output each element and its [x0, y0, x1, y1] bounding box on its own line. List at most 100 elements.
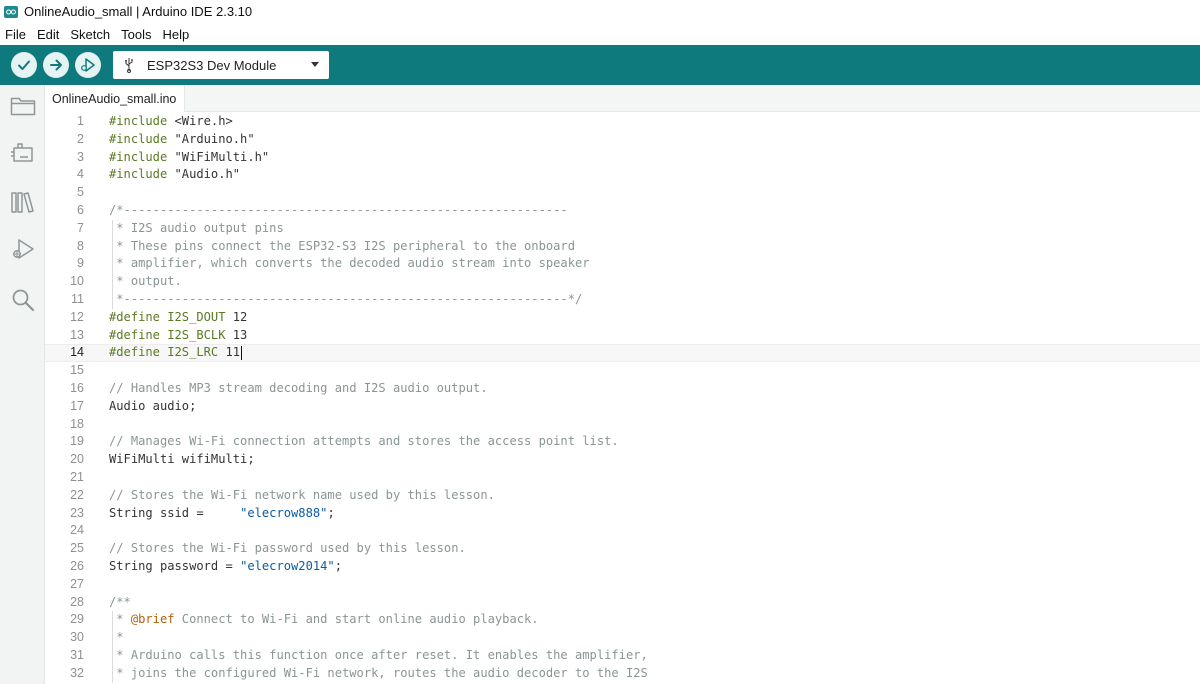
search-icon[interactable]	[10, 287, 36, 313]
toolbar: ESP32S3 Dev Module	[0, 45, 1200, 85]
code-editor[interactable]: 1 #include <Wire.h> 2 #include "Arduino.h" 3…	[45, 112, 1200, 684]
code-line[interactable]: 26 String password = "elecrow2014";	[45, 558, 1200, 576]
code-line[interactable]: 2 #include "Arduino.h"	[45, 131, 1200, 149]
line-number: 4	[77, 167, 84, 182]
usb-icon	[124, 57, 136, 73]
code-text: #include "Arduino.h"	[109, 131, 255, 146]
line-number: 11	[71, 292, 84, 306]
code-line[interactable]: 25 // Stores the Wi-Fi password used by t…	[45, 540, 1200, 558]
code-text: *---------------------------------------…	[109, 292, 583, 306]
menu-help[interactable]: Help	[156, 27, 194, 42]
menu-tools[interactable]: Tools	[115, 27, 156, 42]
code-line[interactable]: 15	[45, 362, 1200, 380]
menu-bar: File Edit Sketch Tools Help	[0, 23, 1200, 45]
code-line[interactable]: 6 /*-------------------------------------…	[45, 202, 1200, 220]
line-number: 18	[70, 416, 84, 431]
line-number: 20	[70, 452, 84, 467]
check-icon	[18, 60, 30, 70]
line-number: 5	[77, 185, 84, 200]
line-number: 26	[70, 559, 84, 573]
line-number: 12	[70, 309, 84, 324]
code-line[interactable]: 16 // Handles MP3 stream decoding and I2S…	[45, 380, 1200, 398]
code-text: * amplifier, which converts the decoded …	[109, 256, 590, 271]
line-number: 27	[70, 576, 84, 591]
board-selector[interactable]: ESP32S3 Dev Module	[113, 51, 329, 79]
code-line[interactable]: 18	[45, 416, 1200, 434]
code-text: #include "Audio.h"	[109, 167, 241, 182]
line-number: 1	[77, 114, 84, 128]
menu-edit[interactable]: Edit	[31, 27, 64, 42]
debug-icon[interactable]	[10, 237, 36, 263]
debug-button[interactable]	[75, 52, 101, 78]
code-text: #define I2S_BCLK 13	[109, 327, 248, 342]
code-text: #include "WiFiMulti.h"	[109, 149, 270, 164]
code-line[interactable]: 19 // Manages Wi-Fi connection attempts a…	[45, 433, 1200, 451]
code-text: WiFiMulti wifiMulti;	[109, 452, 255, 467]
code-line[interactable]: 13 #define I2S_BCLK 13	[45, 327, 1200, 345]
code-text: // Stores the Wi-Fi network name used by…	[109, 487, 495, 502]
menu-file[interactable]: File	[0, 27, 31, 42]
board-manager-icon[interactable]	[10, 141, 36, 167]
code-text: * joins the configured Wi-Fi network, ro…	[109, 665, 648, 680]
code-line[interactable]: 32 * joins the configured Wi-Fi network,…	[45, 664, 1200, 683]
debug-icon	[81, 58, 95, 72]
line-number: 29	[70, 612, 84, 627]
library-icon[interactable]	[10, 189, 36, 215]
code-line[interactable]: 11 *------------------------------------…	[45, 291, 1200, 309]
line-number: 6	[77, 203, 84, 217]
board-name: ESP32S3 Dev Module	[147, 57, 277, 73]
code-text: #define I2S_DOUT 12	[109, 309, 248, 324]
code-text: /*--------------------------------------…	[109, 203, 568, 217]
code-line[interactable]: 1 #include <Wire.h>	[45, 113, 1200, 131]
code-line[interactable]: 22 // Stores the Wi-Fi network name used …	[45, 487, 1200, 505]
code-line[interactable]: 5	[45, 184, 1200, 202]
code-text: // Manages Wi-Fi connection attempts and…	[109, 434, 619, 449]
title-bar: OnlineAudio_small | Arduino IDE 2.3.10	[0, 0, 1200, 23]
code-text: String password = "elecrow2014";	[109, 559, 342, 573]
line-number: 14	[70, 345, 84, 360]
text-cursor	[241, 345, 243, 360]
line-number: 13	[70, 327, 84, 342]
code-text: Audio audio;	[109, 398, 197, 413]
code-line[interactable]: 12 #define I2S_DOUT 12	[45, 309, 1200, 327]
code-line[interactable]: 21	[45, 469, 1200, 487]
code-line[interactable]: 30 *	[45, 629, 1200, 647]
code-line[interactable]: 7 * I2S audio output pins	[45, 219, 1200, 238]
code-line[interactable]: 4 #include "Audio.h"	[45, 166, 1200, 184]
line-number: 30	[70, 630, 84, 645]
line-number: 9	[77, 256, 84, 271]
code-line[interactable]: 29 * @brief Connect to Wi-Fi and start o…	[45, 611, 1200, 630]
menu-sketch[interactable]: Sketch	[64, 27, 115, 42]
line-number: 7	[77, 220, 84, 235]
code-line[interactable]: 3 #include "WiFiMulti.h"	[45, 149, 1200, 167]
code-text: * These pins connect the ESP32-S3 I2S pe…	[109, 238, 575, 253]
code-line[interactable]: 23 String ssid = "elecrow888";	[45, 505, 1200, 523]
code-line[interactable]: 20 WiFiMulti wifiMulti;	[45, 451, 1200, 469]
folder-icon[interactable]	[10, 93, 36, 119]
code-line[interactable]: 27	[45, 576, 1200, 594]
code-line[interactable]: 8 * These pins connect the ESP32-S3 I2S …	[45, 237, 1200, 256]
code-line[interactable]: 31 * Arduino calls this function once af…	[45, 647, 1200, 665]
code-line[interactable]: 14 #define I2S_LRC 11	[45, 344, 1200, 363]
code-text: * I2S audio output pins	[109, 220, 284, 235]
line-number: 19	[70, 434, 84, 449]
tab-onlineaudio-small[interactable]: OnlineAudio_small.ino	[45, 85, 185, 112]
code-text: *	[109, 630, 124, 645]
line-number: 23	[70, 505, 84, 520]
tab-label: OnlineAudio_small.ino	[52, 91, 177, 106]
line-number: 25	[70, 541, 84, 556]
tab-strip: OnlineAudio_small.ino	[45, 85, 1200, 112]
line-number: 17	[70, 398, 84, 413]
code-line[interactable]: 10 * output.	[45, 273, 1200, 291]
line-number: 22	[70, 487, 84, 502]
code-line[interactable]: 17 Audio audio;	[45, 398, 1200, 416]
line-number: 31	[70, 648, 84, 662]
upload-button[interactable]	[43, 52, 69, 78]
line-number: 2	[77, 131, 84, 146]
code-line[interactable]: 9 * amplifier, which converts the decode…	[45, 255, 1200, 274]
code-text: * @brief Connect to Wi-Fi and start onli…	[109, 612, 539, 627]
verify-button[interactable]	[11, 52, 37, 78]
code-line[interactable]: 28 /**	[45, 594, 1200, 612]
code-text: #include <Wire.h>	[109, 114, 233, 128]
code-line[interactable]: 24	[45, 522, 1200, 540]
